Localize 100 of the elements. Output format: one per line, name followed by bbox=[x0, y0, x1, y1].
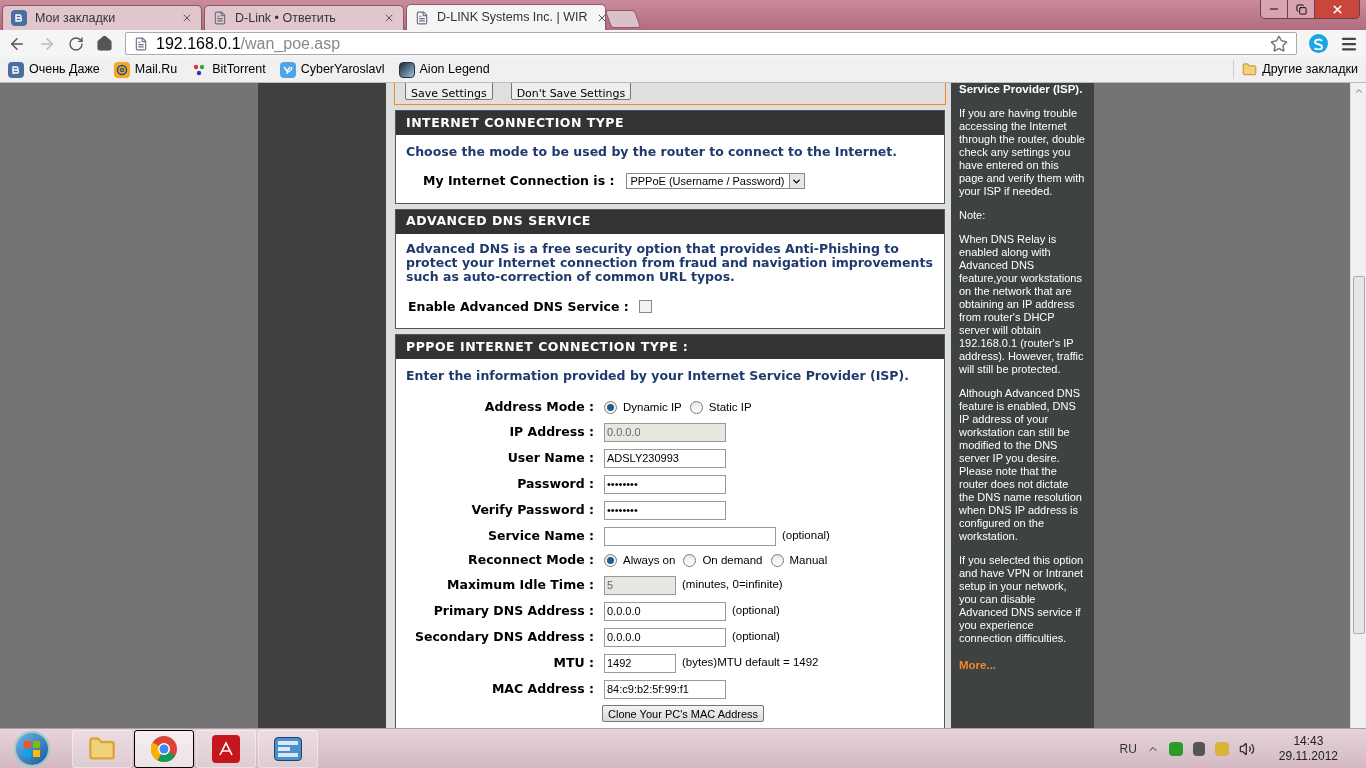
radio-label: Manual bbox=[789, 552, 828, 568]
field-note: (optional) bbox=[732, 629, 780, 645]
text-field[interactable]: 1492 bbox=[604, 653, 676, 673]
browser-tab[interactable]: Мои закладки bbox=[2, 5, 202, 30]
field-note: (minutes, 0=infinite) bbox=[682, 577, 783, 593]
browser-tab[interactable]: D-LINK Systems Inc. | WIR bbox=[406, 4, 606, 30]
section-intro: Advanced DNS is a free security option that provides Anti-Phishing to protect your Internet connection from fraud and navigation improvements such as auto-correction of common URL typos. bbox=[406, 241, 934, 284]
settings-button[interactable]: Don't Save Settings bbox=[510, 83, 632, 100]
reload-icon[interactable] bbox=[68, 35, 84, 52]
clock-time: 14:43 bbox=[1293, 733, 1324, 749]
field-label: Reconnect Mode : bbox=[467, 551, 594, 570]
vk-icon bbox=[11, 10, 27, 26]
taskbar-button[interactable] bbox=[134, 729, 194, 768]
bookmark-link[interactable]: Очень Даже bbox=[8, 60, 100, 79]
scrollbar-thumb[interactable] bbox=[1352, 276, 1365, 634]
checkbox[interactable] bbox=[638, 300, 652, 314]
logo-icon bbox=[279, 61, 296, 78]
bookmark-link[interactable]: Mail.Ru bbox=[113, 60, 178, 79]
vk-icon bbox=[8, 61, 24, 78]
radio-label: Always on bbox=[623, 552, 676, 568]
tab-title: D-Link • Ответить bbox=[235, 9, 337, 27]
at-sign-icon bbox=[113, 61, 130, 78]
more-link[interactable]: More... bbox=[959, 659, 1086, 672]
clock-date: 29.11.2012 bbox=[1278, 748, 1338, 764]
url-text: 192.168.0.1/wan_poe.asp bbox=[156, 33, 341, 54]
clock[interactable]: 14:43 29.11.2012 bbox=[1278, 733, 1338, 764]
field-label: MAC Address : bbox=[490, 679, 594, 698]
field-label: Password : bbox=[516, 474, 594, 493]
start-button[interactable] bbox=[14, 730, 50, 767]
field-label: Primary DNS Address : bbox=[432, 601, 594, 620]
close-icon[interactable] bbox=[383, 12, 395, 24]
windows-logo-icon bbox=[23, 739, 41, 758]
help-text: If you are having trouble accessing the Internet through the router, double check any settings you have entered on this page and verify them with your ISP if needed. bbox=[959, 107, 1086, 198]
close-button[interactable] bbox=[1314, 0, 1360, 19]
field-label: Address Mode : bbox=[483, 398, 594, 417]
settings-button[interactable]: Save Settings bbox=[405, 83, 493, 100]
section-header: INTERNET CONNECTION TYPE bbox=[396, 111, 944, 135]
address-bar[interactable]: 192.168.0.1/wan_poe.asp bbox=[125, 32, 1297, 55]
section-intro: Enter the information provided by your Internet Service Provider (ISP). bbox=[406, 367, 910, 386]
field-note: (optional) bbox=[782, 528, 830, 544]
close-icon bbox=[1330, 2, 1344, 16]
page-icon bbox=[134, 36, 148, 51]
skype-icon[interactable] bbox=[1309, 34, 1328, 53]
field-label: Maximum Idle Time : bbox=[446, 575, 594, 594]
language-indicator[interactable]: RU bbox=[1119, 739, 1137, 758]
bookmark-link[interactable]: CyberYaroslavl bbox=[279, 60, 385, 79]
radio-label: Static IP bbox=[708, 399, 752, 415]
section-intro: Choose the mode to be used by the router to connect to the Internet. bbox=[406, 143, 898, 161]
bookmark-link[interactable]: BitTorrent bbox=[191, 60, 266, 79]
folder-icon bbox=[88, 734, 116, 763]
text-field[interactable]: 0.0.0.0 bbox=[604, 627, 726, 647]
text-field[interactable]: •••••••• bbox=[604, 500, 726, 520]
folder-icon bbox=[1242, 62, 1258, 77]
new-tab-button[interactable] bbox=[604, 10, 642, 28]
field-label: Secondary DNS Address : bbox=[413, 627, 594, 646]
restore-button[interactable] bbox=[1288, 0, 1314, 19]
star-icon[interactable] bbox=[1270, 34, 1288, 53]
radio-button[interactable] bbox=[683, 554, 697, 567]
field-note: (optional) bbox=[732, 603, 780, 619]
radio-label: Dynamic IP bbox=[623, 399, 682, 415]
connection-dropdown[interactable]: PPPoE (Username / Password) bbox=[626, 173, 805, 190]
radio-label: On demand bbox=[702, 552, 763, 568]
bookmark-folder[interactable]: Другие закладки bbox=[1233, 60, 1358, 79]
page-icon bbox=[415, 10, 429, 25]
field-label: User Name : bbox=[506, 448, 594, 467]
help-text: When DNS Relay is enabled along with Advanced DNS feature,your workstations on the network that are obtaining an IP address from router's DHCP server will obtain 192.168.0.1 (router's IP address). However, traffic will still be protected. bbox=[959, 233, 1085, 376]
close-icon[interactable] bbox=[181, 12, 193, 24]
home-icon[interactable] bbox=[96, 35, 113, 52]
radio-button[interactable] bbox=[604, 401, 617, 414]
browser-tab[interactable]: D-Link • Ответить bbox=[204, 5, 404, 30]
help-text: If you selected this option and have VPN or Intranet setup in your network, you can disable Advanced DNS service if you experience connection difficulties. bbox=[959, 554, 1085, 645]
monitor-icon bbox=[274, 736, 302, 761]
tab-title: D-LINK Systems Inc. | WIR bbox=[437, 9, 588, 27]
minimize-button[interactable] bbox=[1260, 0, 1288, 19]
volume-icon[interactable] bbox=[1238, 740, 1255, 757]
field-label: Verify Password : bbox=[470, 500, 594, 519]
text-field[interactable]: 84:c9:b2:5f:99:f1 bbox=[604, 679, 726, 699]
game-icon bbox=[398, 61, 415, 78]
scrollbar[interactable] bbox=[1350, 83, 1366, 728]
section-header: PPPOE INTERNET CONNECTION TYPE : bbox=[396, 335, 944, 360]
clone-mac-button[interactable]: Clone Your PC's MAC Address bbox=[602, 704, 765, 722]
radio-button[interactable] bbox=[604, 554, 617, 567]
text-field[interactable]: •••••••• bbox=[604, 474, 726, 494]
tab-title: Мои закладки bbox=[35, 9, 117, 27]
browser-icon bbox=[150, 734, 178, 763]
field-label: Service Name : bbox=[486, 526, 594, 545]
help-text: Although Advanced DNS feature is enabled, DNS IP address of your workstation can still be modified to the DNS server IP you desire. Please note that the router does not dictate the DNS name resolution when DNS IP address is configured on the workstation. bbox=[959, 387, 1083, 543]
text-field[interactable]: ADSLY230993 bbox=[604, 448, 726, 468]
radio-button[interactable] bbox=[770, 554, 784, 567]
section-header: ADVANCED DNS SERVICE bbox=[396, 209, 944, 234]
scroll-up-icon[interactable] bbox=[1353, 86, 1364, 96]
field-label: IP Address : bbox=[508, 422, 594, 441]
field-note: (bytes)MTU default = 1492 bbox=[682, 655, 819, 671]
field-label: MTU : bbox=[552, 653, 594, 672]
text-field[interactable]: 0.0.0.0 bbox=[604, 601, 726, 621]
text-field[interactable] bbox=[604, 526, 776, 546]
page-icon bbox=[213, 11, 227, 25]
bookmark-link[interactable]: Aion Legend bbox=[398, 60, 490, 79]
help-text: Note: bbox=[959, 209, 987, 222]
radio-button[interactable] bbox=[689, 401, 703, 414]
